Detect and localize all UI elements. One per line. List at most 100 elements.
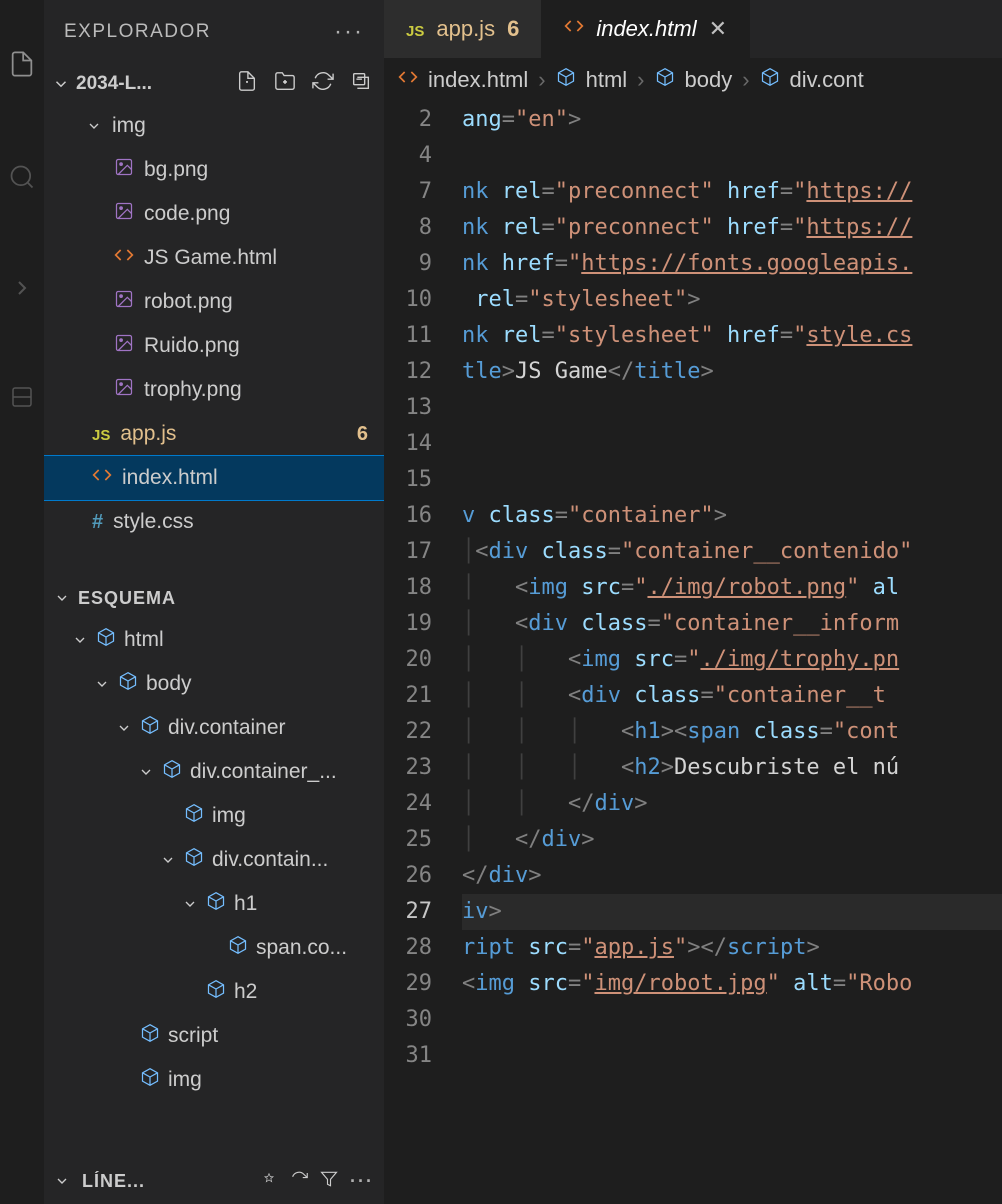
file-item[interactable]: robot.png bbox=[44, 280, 384, 324]
code-line[interactable] bbox=[462, 1038, 1002, 1074]
refresh-icon-2[interactable] bbox=[290, 1170, 308, 1193]
line-number[interactable]: 18 bbox=[384, 570, 462, 606]
outline-item[interactable]: div.contain... bbox=[44, 838, 384, 882]
refresh-icon[interactable] bbox=[312, 70, 334, 98]
code-line[interactable]: │ │ <div class="container__t bbox=[462, 678, 1002, 714]
line-number[interactable]: 24 bbox=[384, 786, 462, 822]
pin-icon[interactable] bbox=[260, 1170, 278, 1193]
code-line[interactable]: │ <img src="./img/robot.png" al bbox=[462, 570, 1002, 606]
line-number[interactable]: 8 bbox=[384, 210, 462, 246]
line-number[interactable]: 9 bbox=[384, 246, 462, 282]
file-item[interactable]: JSapp.js6 bbox=[44, 412, 384, 456]
line-number[interactable]: 10 bbox=[384, 282, 462, 318]
code-line[interactable] bbox=[462, 390, 1002, 426]
line-number[interactable]: 17 bbox=[384, 534, 462, 570]
layout-icon[interactable] bbox=[10, 385, 34, 414]
line-number[interactable]: 22 bbox=[384, 714, 462, 750]
code-line[interactable] bbox=[462, 1002, 1002, 1038]
line-number[interactable]: 13 bbox=[384, 390, 462, 426]
outline-item[interactable]: h2 bbox=[44, 970, 384, 1014]
code-line[interactable]: ript src="app.js"></script> bbox=[462, 930, 1002, 966]
breadcrumb-label[interactable]: index.html bbox=[428, 67, 528, 93]
outline-item[interactable]: img bbox=[44, 794, 384, 838]
code-line[interactable]: iv> bbox=[462, 894, 1002, 930]
line-number[interactable]: 19 bbox=[384, 606, 462, 642]
line-number[interactable]: 16 bbox=[384, 498, 462, 534]
files-icon[interactable] bbox=[8, 50, 36, 83]
search-icon[interactable] bbox=[8, 163, 36, 196]
breadcrumb-label[interactable]: body bbox=[685, 67, 733, 93]
code-line[interactable]: │ │ </div> bbox=[462, 786, 1002, 822]
folder-item[interactable]: img bbox=[44, 104, 384, 148]
file-item[interactable]: #style.css bbox=[44, 500, 384, 544]
line-number[interactable]: 25 bbox=[384, 822, 462, 858]
line-number[interactable]: 26 bbox=[384, 858, 462, 894]
line-number[interactable]: 23 bbox=[384, 750, 462, 786]
file-item[interactable]: trophy.png bbox=[44, 368, 384, 412]
line-number[interactable]: 15 bbox=[384, 462, 462, 498]
outline-item[interactable]: html bbox=[44, 618, 384, 662]
code-line[interactable]: v class="container"> bbox=[462, 498, 1002, 534]
line-number[interactable]: 4 bbox=[384, 138, 462, 174]
outline-item[interactable]: span.co... bbox=[44, 926, 384, 970]
line-number[interactable]: 27 bbox=[384, 894, 462, 930]
line-number[interactable]: 7 bbox=[384, 174, 462, 210]
file-item[interactable]: index.html bbox=[44, 456, 384, 500]
line-number[interactable]: 14 bbox=[384, 426, 462, 462]
file-item[interactable]: Ruido.png bbox=[44, 324, 384, 368]
outline-item[interactable]: h1 bbox=[44, 882, 384, 926]
outline-item[interactable]: img bbox=[44, 1058, 384, 1102]
code-line[interactable]: │ │ │ <h2>Descubriste el nú bbox=[462, 750, 1002, 786]
code-line[interactable]: nk rel="preconnect" href="https:// bbox=[462, 174, 1002, 210]
code-line[interactable]: │ │ <img src="./img/trophy.pn bbox=[462, 642, 1002, 678]
breadcrumb-label[interactable]: html bbox=[586, 67, 628, 93]
new-folder-icon[interactable] bbox=[274, 70, 296, 98]
outline-item[interactable]: script bbox=[44, 1014, 384, 1058]
project-header[interactable]: 2034-L... bbox=[44, 64, 384, 104]
chevron-right-icon[interactable] bbox=[10, 276, 34, 305]
code-line[interactable]: nk href="https://fonts.googleapis. bbox=[462, 246, 1002, 282]
line-number[interactable]: 21 bbox=[384, 678, 462, 714]
code-line[interactable]: ang="en"> bbox=[462, 102, 1002, 138]
line-number[interactable]: 20 bbox=[384, 642, 462, 678]
code-line[interactable] bbox=[462, 462, 1002, 498]
collapse-all-icon[interactable] bbox=[350, 70, 372, 98]
timeline-header[interactable]: LÍNE... ··· bbox=[44, 1158, 384, 1204]
more-icon-2[interactable]: ··· bbox=[350, 1171, 374, 1192]
code-line[interactable]: nk rel="stylesheet" href="style.cs bbox=[462, 318, 1002, 354]
new-file-icon[interactable] bbox=[236, 70, 258, 98]
code-line[interactable]: <img src="img/robot.jpg" alt="Robo bbox=[462, 966, 1002, 1002]
code-line[interactable]: </div> bbox=[462, 858, 1002, 894]
code-line[interactable] bbox=[462, 426, 1002, 462]
close-icon[interactable]: ✕ bbox=[709, 16, 727, 42]
code-line[interactable]: │<div class="container__contenido" bbox=[462, 534, 1002, 570]
editor-tab[interactable]: index.html✕ bbox=[542, 0, 750, 58]
filter-icon[interactable] bbox=[320, 1170, 338, 1193]
file-item[interactable]: JS Game.html bbox=[44, 236, 384, 280]
code-line[interactable]: │ </div> bbox=[462, 822, 1002, 858]
line-number[interactable]: 12 bbox=[384, 354, 462, 390]
line-number[interactable]: 29 bbox=[384, 966, 462, 1002]
file-item[interactable]: code.png bbox=[44, 192, 384, 236]
code-line[interactable]: rel="stylesheet"> bbox=[462, 282, 1002, 318]
line-number[interactable]: 2 bbox=[384, 102, 462, 138]
editor-tab[interactable]: JSapp.js6 bbox=[384, 0, 542, 58]
line-number[interactable]: 30 bbox=[384, 1002, 462, 1038]
code-line[interactable]: │ <div class="container__inform bbox=[462, 606, 1002, 642]
more-icon[interactable]: ··· bbox=[334, 18, 364, 46]
line-number[interactable]: 28 bbox=[384, 930, 462, 966]
code-line[interactable]: │ │ │ <h1><span class="cont bbox=[462, 714, 1002, 750]
code-line[interactable] bbox=[462, 138, 1002, 174]
line-number[interactable]: 31 bbox=[384, 1038, 462, 1074]
file-item[interactable]: bg.png bbox=[44, 148, 384, 192]
outline-item[interactable]: body bbox=[44, 662, 384, 706]
outline-item[interactable]: div.container bbox=[44, 706, 384, 750]
code-line[interactable]: nk rel="preconnect" href="https:// bbox=[462, 210, 1002, 246]
code-editor[interactable]: 2ang="en">47nk rel="preconnect" href="ht… bbox=[384, 102, 1002, 1074]
outline-item[interactable]: div.container_... bbox=[44, 750, 384, 794]
line-number[interactable]: 11 bbox=[384, 318, 462, 354]
breadcrumb[interactable]: index.html›html›body›div.cont bbox=[384, 58, 1002, 102]
breadcrumb-label[interactable]: div.cont bbox=[790, 67, 864, 93]
code-line[interactable]: tle>JS Game</title> bbox=[462, 354, 1002, 390]
outline-header[interactable]: ESQUEMA bbox=[44, 578, 384, 618]
